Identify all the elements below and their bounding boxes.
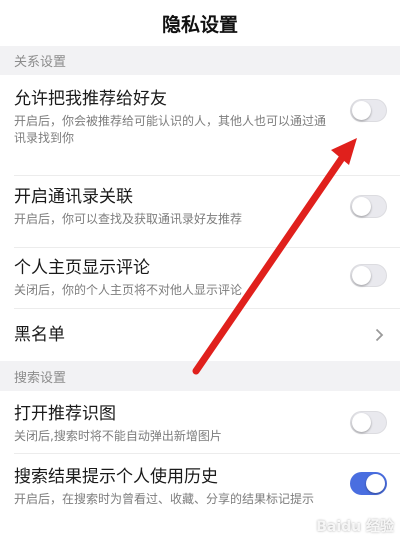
setting-description: 开启后，你可以查找及获取通讯录好友推荐 (14, 212, 243, 226)
setting-title: 个人主页显示评论 (14, 258, 150, 278)
watermark-logo: Baidu 经验 (316, 519, 394, 535)
toggle-knob (352, 413, 371, 432)
toggle-knob (366, 474, 385, 493)
section-header-search: 搜索设置 (0, 361, 400, 391)
setting-description: 关闭后，你的个人主页将不对他人显示评论 (14, 283, 243, 297)
search-history-toggle[interactable] (350, 472, 387, 495)
setting-title: 黑名单 (14, 325, 65, 345)
setting-description: 关闭后,搜索时将不能自动弹出新增图片 (14, 429, 222, 443)
toggle-knob (352, 197, 371, 216)
setting-title: 开启通讯录关联 (14, 187, 133, 207)
setting-title: 搜索结果提示个人使用历史 (14, 467, 218, 487)
toggle-knob (352, 101, 371, 120)
setting-description: 开启后，在搜索时为曾看过、收藏、分享的结果标记提示 (14, 492, 315, 506)
comments-toggle[interactable] (350, 264, 387, 287)
contacts-toggle[interactable] (350, 195, 387, 218)
recommend-toggle[interactable] (350, 99, 387, 122)
toggle-knob (352, 266, 371, 285)
setting-recommend-to-friends[interactable]: 允许把我推荐给好友 开启后，你会被推荐给可能认识的人，其他人也可以通过通讯录找到… (0, 75, 400, 176)
setting-blacklist[interactable]: 黑名单 (0, 309, 400, 361)
image-recommend-toggle[interactable] (350, 411, 387, 434)
setting-profile-comments[interactable]: 个人主页显示评论 关闭后，你的个人主页将不对他人显示评论 (0, 248, 400, 309)
section-header-relationship: 关系设置 (0, 46, 400, 75)
setting-title: 打开推荐识图 (14, 404, 116, 424)
chevron-right-icon (375, 328, 384, 342)
setting-title: 允许把我推荐给好友 (14, 89, 167, 109)
setting-description: 开启后，你会被推荐给可能认识的人，其他人也可以通过通讯录找到你 (14, 114, 327, 145)
privacy-settings-screen: 隐私设置 关系设置 允许把我推荐给好友 开启后，你会被推荐给可能认识的人，其他人… (0, 0, 400, 542)
page-title: 隐私设置 (161, 13, 238, 36)
setting-recommend-image[interactable]: 打开推荐识图 关闭后,搜索时将不能自动弹出新增图片 (0, 391, 400, 454)
setting-contacts-link[interactable]: 开启通讯录关联 开启后，你可以查找及获取通讯录好友推荐 (0, 176, 400, 248)
